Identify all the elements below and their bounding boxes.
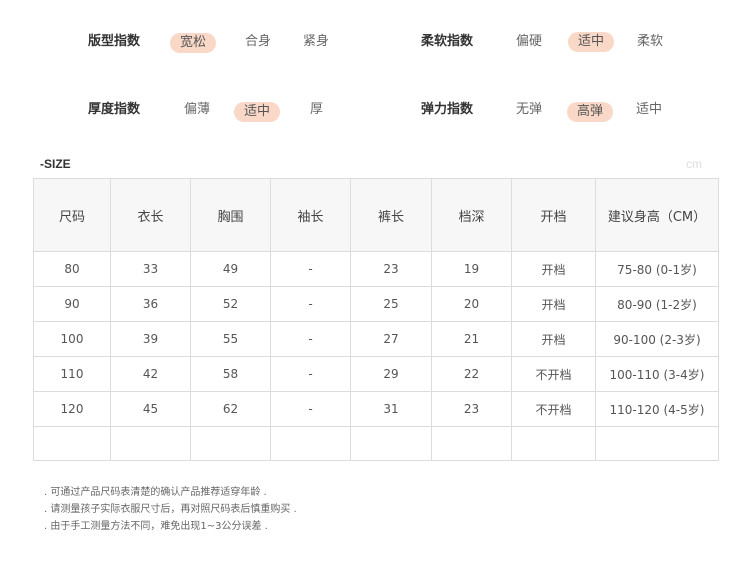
header-sleeve: 袖长 <box>270 178 351 252</box>
table-cell: 80-90 (1-2岁) <box>595 286 719 322</box>
table-cell: 49 <box>190 251 271 287</box>
softness-option-hard: 偏硬 <box>516 34 543 49</box>
header-size: 尺码 <box>33 178 111 252</box>
unit-label: cm <box>686 157 702 171</box>
table-row: 90 36 52 - 25 20 开档 80-90 (1-2岁) <box>33 286 719 322</box>
table-cell: 33 <box>110 251 191 287</box>
note-line: . 请测量孩子实际衣服尺寸后，再对照尺码表后慎重购买 . <box>44 504 297 515</box>
size-table: 尺码 衣长 胸围 袖长 裤长 档深 开档 建议身高（CM） 80 33 49 -… <box>33 178 719 461</box>
table-cell: 22 <box>431 356 512 392</box>
table-cell: 80 <box>33 251 111 287</box>
table-cell: - <box>270 356 351 392</box>
softness-option-medium: 适中 <box>568 32 615 52</box>
header-pants-length: 裤长 <box>350 178 432 252</box>
table-cell-empty <box>33 426 111 461</box>
table-cell-empty <box>595 426 719 461</box>
note-line: . 由于手工测量方法不同，难免出现1~3公分误差 . <box>44 521 268 532</box>
table-cell: 52 <box>190 286 271 322</box>
table-cell: 开档 <box>511 286 596 322</box>
table-cell: 100-110 (3-4岁) <box>595 356 719 392</box>
table-row: 100 39 55 - 27 21 开档 90-100 (2-3岁) <box>33 321 719 357</box>
elasticity-option-high: 高弹 <box>567 102 614 122</box>
fit-index-label: 版型指数 <box>88 34 141 49</box>
table-cell: 90 <box>33 286 111 322</box>
table-row: 110 42 58 - 29 22 不开档 100-110 (3-4岁) <box>33 356 719 392</box>
table-cell: 42 <box>110 356 191 392</box>
table-cell: 23 <box>350 251 432 287</box>
table-cell: 45 <box>110 391 191 427</box>
table-header-row: 尺码 衣长 胸围 袖长 裤长 档深 开档 建议身高（CM） <box>33 178 719 252</box>
softness-index-label: 柔软指数 <box>421 34 474 49</box>
table-cell: 100 <box>33 321 111 357</box>
table-cell: 27 <box>350 321 432 357</box>
table-cell: - <box>270 251 351 287</box>
table-row-empty <box>33 426 719 461</box>
table-row: 80 33 49 - 23 19 开档 75-80 (0-1岁) <box>33 251 719 287</box>
fit-option-regular: 合身 <box>245 34 272 49</box>
table-cell: 23 <box>431 391 512 427</box>
table-row: 120 45 62 - 31 23 不开档 110-120 (4-5岁) <box>33 391 719 427</box>
table-cell-empty <box>110 426 191 461</box>
fit-option-loose: 宽松 <box>170 33 217 53</box>
table-cell: 开档 <box>511 251 596 287</box>
thickness-option-thin: 偏薄 <box>184 102 211 117</box>
table-cell: - <box>270 321 351 357</box>
table-cell: 120 <box>33 391 111 427</box>
header-open-crotch: 开档 <box>511 178 596 252</box>
table-cell: 31 <box>350 391 432 427</box>
table-cell-empty <box>190 426 271 461</box>
thickness-option-thick: 厚 <box>310 102 324 117</box>
table-cell: 25 <box>350 286 432 322</box>
table-cell: 90-100 (2-3岁) <box>595 321 719 357</box>
header-suggested-height: 建议身高（CM） <box>595 178 719 252</box>
header-chest: 胸围 <box>190 178 271 252</box>
elasticity-index-label: 弹力指数 <box>421 102 474 117</box>
table-cell: 21 <box>431 321 512 357</box>
elasticity-option-none: 无弹 <box>516 102 543 117</box>
table-cell: 29 <box>350 356 432 392</box>
note-line: . 可通过产品尺码表清楚的确认产品推荐适穿年龄 . <box>44 487 267 498</box>
table-cell: 55 <box>190 321 271 357</box>
notes: . 可通过产品尺码表清楚的确认产品推荐适穿年龄 . . 请测量孩子实际衣服尺寸后… <box>44 484 297 535</box>
table-cell: 39 <box>110 321 191 357</box>
header-length: 衣长 <box>110 178 191 252</box>
table-cell: - <box>270 391 351 427</box>
table-cell: 110-120 (4-5岁) <box>595 391 719 427</box>
table-cell-empty <box>270 426 351 461</box>
thickness-index-label: 厚度指数 <box>88 102 141 117</box>
table-cell: 开档 <box>511 321 596 357</box>
table-cell-empty <box>431 426 512 461</box>
size-title: -SIZE <box>40 157 71 171</box>
table-cell: 62 <box>190 391 271 427</box>
thickness-option-medium: 适中 <box>234 102 281 122</box>
table-cell: 19 <box>431 251 512 287</box>
table-cell: 不开档 <box>511 356 596 392</box>
table-cell-empty <box>511 426 596 461</box>
table-cell: 不开档 <box>511 391 596 427</box>
table-cell: 20 <box>431 286 512 322</box>
table-cell: 58 <box>190 356 271 392</box>
softness-option-soft: 柔软 <box>637 34 664 49</box>
elasticity-option-medium: 适中 <box>636 102 663 117</box>
table-cell-empty <box>350 426 432 461</box>
header-rise: 档深 <box>431 178 512 252</box>
table-cell: 110 <box>33 356 111 392</box>
fit-option-tight: 紧身 <box>303 34 330 49</box>
table-cell: - <box>270 286 351 322</box>
table-cell: 36 <box>110 286 191 322</box>
table-cell: 75-80 (0-1岁) <box>595 251 719 287</box>
